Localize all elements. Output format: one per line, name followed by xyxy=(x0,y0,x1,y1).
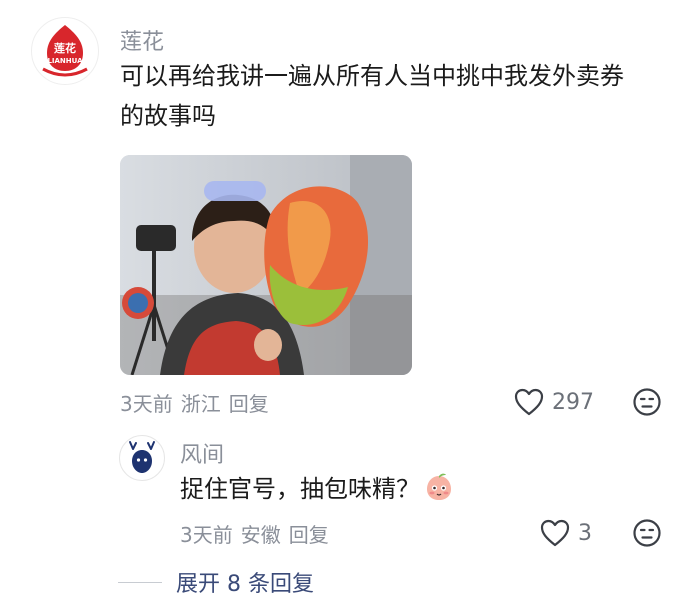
expand-replies-row[interactable]: 展开 8 条回复 xyxy=(118,566,314,598)
reply-avatar[interactable] xyxy=(119,435,165,481)
reply-location: 安徽 xyxy=(240,523,281,547)
logo-subtext: LIANHUA xyxy=(47,57,83,65)
unhappy-face-icon xyxy=(633,519,661,547)
reply-time: 3天前 xyxy=(180,523,233,547)
heart-outline-icon xyxy=(514,388,544,416)
reply-like-button[interactable]: 3 xyxy=(540,519,592,547)
comment-time: 3天前 xyxy=(120,392,173,416)
comment-text-line1: 可以再给我讲一遍从所有人当中挑中我发外卖券 xyxy=(120,62,624,90)
lianhua-logo-icon: 莲花 LIANHUA xyxy=(34,20,96,82)
comment-like-count: 297 xyxy=(552,389,594,415)
comment-photo xyxy=(120,155,412,375)
logo-text: 莲花 xyxy=(54,41,76,55)
unhappy-face-icon xyxy=(633,388,661,416)
heart-outline-icon xyxy=(540,519,570,547)
reply-username[interactable]: 风间 xyxy=(180,437,224,469)
reply-reply-button[interactable]: 回复 xyxy=(289,519,329,548)
comment-username[interactable]: 莲花 xyxy=(120,24,164,56)
expand-replies-button[interactable]: 展开 8 条回复 xyxy=(176,566,314,598)
blushing-peach-emoji xyxy=(427,473,451,500)
reply-dislike-button[interactable] xyxy=(632,518,662,552)
comment-dislike-button[interactable] xyxy=(632,387,662,421)
comment-reply-button[interactable]: 回复 xyxy=(229,388,269,417)
comment-meta: 3天前 浙江 回复 xyxy=(120,388,269,417)
comment-location: 浙江 xyxy=(180,392,221,416)
expand-divider xyxy=(118,581,162,583)
reply-like-count: 3 xyxy=(578,520,592,546)
user-avatar-lianhua[interactable]: 莲花 LIANHUA xyxy=(31,17,99,85)
comment-text-line2: 的故事吗 xyxy=(120,102,216,130)
comment-image[interactable] xyxy=(120,155,412,375)
comment-like-button[interactable]: 297 xyxy=(514,388,594,416)
deer-logo-icon xyxy=(121,437,163,479)
reply-meta: 3天前 安徽 回复 xyxy=(180,519,329,548)
reply-text-content: 捉住官号，抽包味精？ xyxy=(180,475,420,503)
reply-text: 捉住官号，抽包味精？ xyxy=(180,469,454,509)
